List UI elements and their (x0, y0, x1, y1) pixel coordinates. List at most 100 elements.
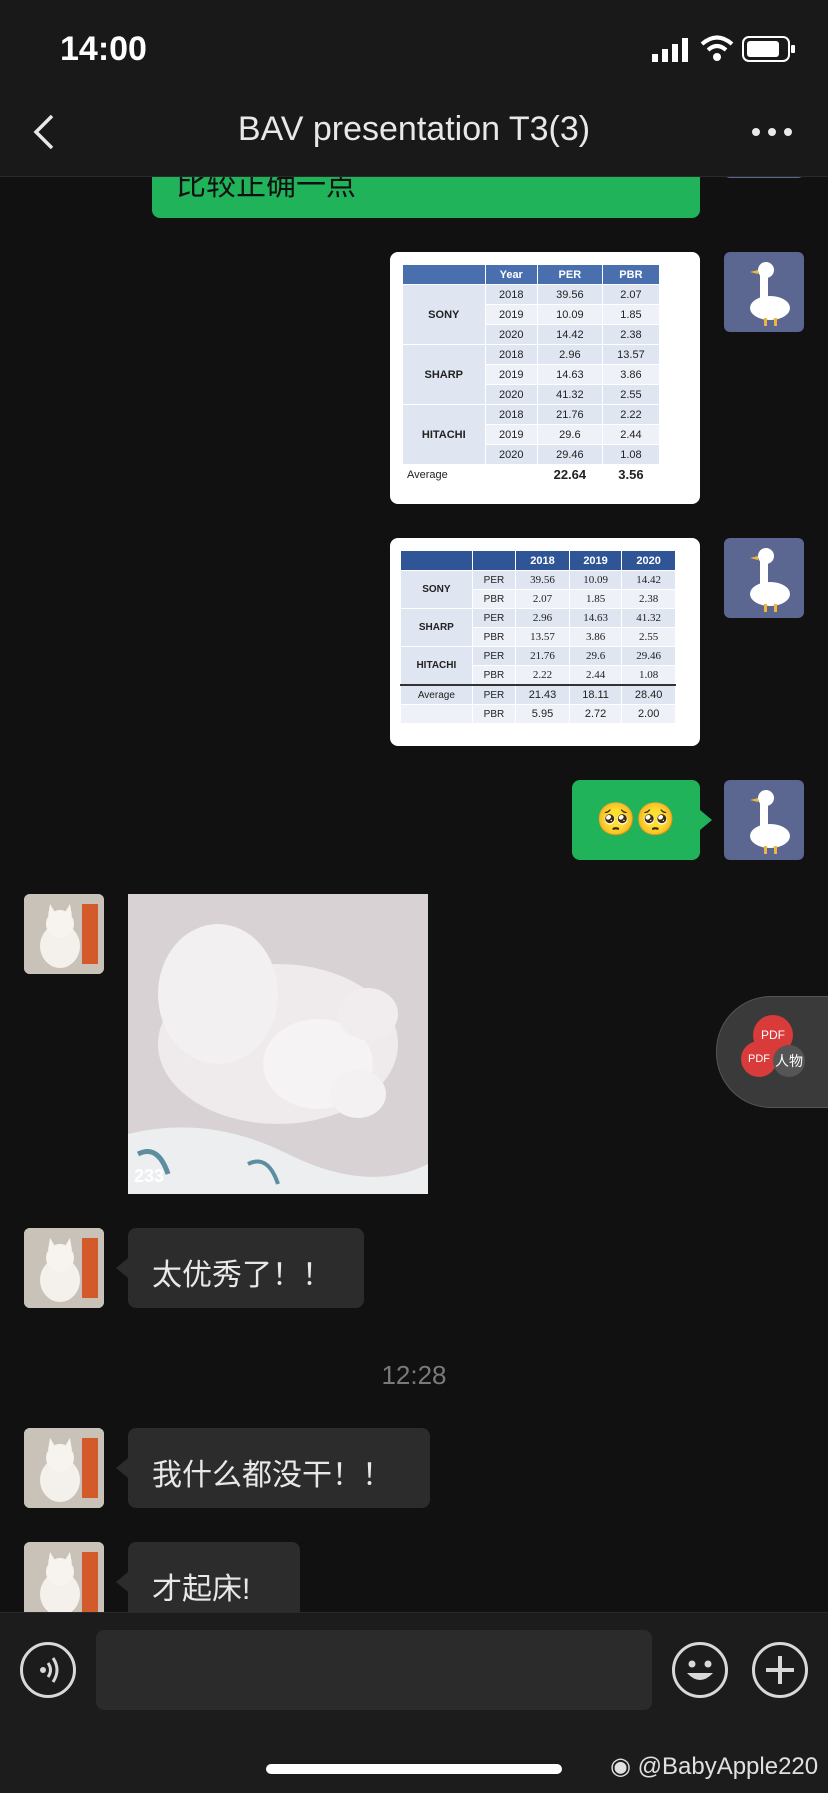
table-cell: 2.22 (601, 404, 661, 425)
metric-label: PER (471, 608, 517, 628)
average-value: 5.95 (515, 704, 570, 724)
table-row: SHARP PER 2.96 14.63 41.32 (400, 608, 676, 647)
cat-paw-photo[interactable]: 233 (128, 894, 428, 1194)
message-text: 才起床! (152, 1573, 251, 1606)
self-avatar[interactable] (724, 780, 804, 860)
table-cell: 14.63 (568, 608, 623, 628)
average-value: 22.64 (536, 464, 603, 485)
table-cell: 2.38 (621, 589, 676, 609)
weibo-icon: ◉ (610, 1753, 631, 1780)
more-icon[interactable] (748, 112, 798, 152)
per-pbr-table-by-year: Year PER PBR SONY 2018 39.56 2.07 2019 10.09 1.85… (402, 264, 661, 485)
table-cell: 10.09 (568, 570, 623, 590)
floating-pdf-widget[interactable]: PDF PDF 人物 (716, 996, 828, 1108)
company-cell: SONY (402, 284, 486, 345)
message-text: 太优秀了！！ (152, 1259, 332, 1292)
table-cell: 1.85 (601, 304, 661, 325)
bubble-tail (700, 810, 712, 830)
table-cell: 2.44 (568, 665, 623, 686)
company-cell: SHARP (400, 608, 473, 647)
emoji-message-bubble[interactable]: 🥺🥺 (572, 780, 700, 860)
table-cell: 2019 (484, 364, 538, 385)
table-cell: 2.38 (601, 324, 661, 345)
table-row: SONY PER 39.56 10.09 14.42 (400, 570, 676, 609)
wifi-icon (700, 34, 734, 67)
average-value: 18.11 (568, 684, 623, 705)
contact-avatar[interactable] (24, 1228, 104, 1308)
table-cell: 1.08 (621, 665, 676, 686)
message-input[interactable] (96, 1630, 652, 1710)
message-bubble[interactable]: 才起床! (128, 1542, 300, 1622)
table-row: SHARP 2018 2.96 13.57 (402, 344, 661, 405)
table-row: SONY 2018 39.56 2.07 (402, 284, 661, 345)
contact-avatar[interactable] (24, 1542, 104, 1622)
plus-icon (766, 1656, 794, 1684)
self-avatar[interactable] (724, 538, 804, 618)
table-cell: 21.76 (536, 404, 603, 425)
emoji-button[interactable] (672, 1642, 728, 1698)
average-row: Average 22.64 3.56 (402, 464, 661, 485)
kitten-icon (24, 1542, 104, 1622)
table-cell: 14.42 (621, 570, 676, 590)
metric-label: PBR (471, 627, 517, 647)
table-cell: 29.46 (536, 444, 603, 465)
header-cell (471, 550, 517, 571)
message-bubble[interactable]: 太优秀了！！ (128, 1228, 364, 1308)
chat-title: BAV presentation T3(3) (237, 110, 591, 148)
header-cell: PER (536, 264, 603, 285)
add-button[interactable] (752, 1642, 808, 1698)
voice-icon (40, 1657, 59, 1683)
table-cell: 29.6 (568, 646, 623, 666)
contact-avatar[interactable] (24, 894, 104, 974)
metric-label: PER (471, 684, 517, 705)
kitten-icon (24, 1228, 104, 1308)
voice-button[interactable] (20, 1642, 76, 1698)
contact-avatar[interactable] (24, 1428, 104, 1508)
pdf-icon: PDF (741, 1041, 777, 1077)
table-cell: 14.42 (536, 324, 603, 345)
average-row: Average PER 21.43 18.11 28.40 (400, 684, 676, 705)
table-cell: 2.55 (621, 627, 676, 647)
metric-label: PER (471, 570, 517, 590)
average-label: Average (402, 464, 486, 485)
bubble-tail (116, 1458, 128, 1478)
self-avatar[interactable] (724, 252, 804, 332)
status-time: 14:00 (60, 30, 147, 68)
goose-icon (750, 262, 790, 326)
floating-label: 人物 (773, 1045, 805, 1077)
header-cell: Year (484, 264, 538, 285)
emoji-text: 🥺🥺 (596, 801, 676, 837)
average-label: Average (400, 684, 473, 705)
message-timestamp: 12:28 (381, 1360, 447, 1390)
table-cell: 2.96 (515, 608, 570, 628)
company-cell: HITACHI (402, 404, 486, 465)
table-cell: 13.57 (601, 344, 661, 365)
table-cell (484, 464, 538, 485)
table-cell: 2020 (484, 324, 538, 345)
table-cell: 1.85 (568, 589, 623, 609)
table-cell: 2.55 (601, 384, 661, 405)
battery-icon (742, 36, 796, 67)
header-cell: 2019 (568, 550, 623, 571)
table-cell: 41.32 (621, 608, 676, 628)
table-cell: 14.63 (536, 364, 603, 385)
message-bubble[interactable]: 我什么都没干！！ (128, 1428, 430, 1508)
table-cell: 10.09 (536, 304, 603, 325)
company-cell: HITACHI (400, 646, 473, 686)
table-cell: 29.6 (536, 424, 603, 445)
table-row: HITACHI 2018 21.76 2.22 (402, 404, 661, 465)
table-image-1[interactable]: Year PER PBR SONY 2018 39.56 2.07 2019 10.09 1.85… (390, 252, 700, 504)
average-value: 21.43 (515, 684, 570, 705)
goose-icon (750, 790, 790, 854)
message-text: 我什么都没干！！ (152, 1459, 392, 1492)
kitten-icon (24, 1428, 104, 1508)
average-label (400, 704, 473, 724)
table-cell: 3.86 (601, 364, 661, 385)
average-value: 28.40 (621, 684, 676, 705)
table-cell: 2.22 (515, 665, 570, 686)
home-indicator (266, 1764, 562, 1774)
cat-paw-image (128, 894, 428, 1194)
average-value: 2.72 (568, 704, 623, 724)
metric-label: PER (471, 646, 517, 666)
table-image-2[interactable]: 2018 2019 2020 SONY PER 39.56 10.09 14.42 PBR 2.0… (390, 538, 700, 746)
